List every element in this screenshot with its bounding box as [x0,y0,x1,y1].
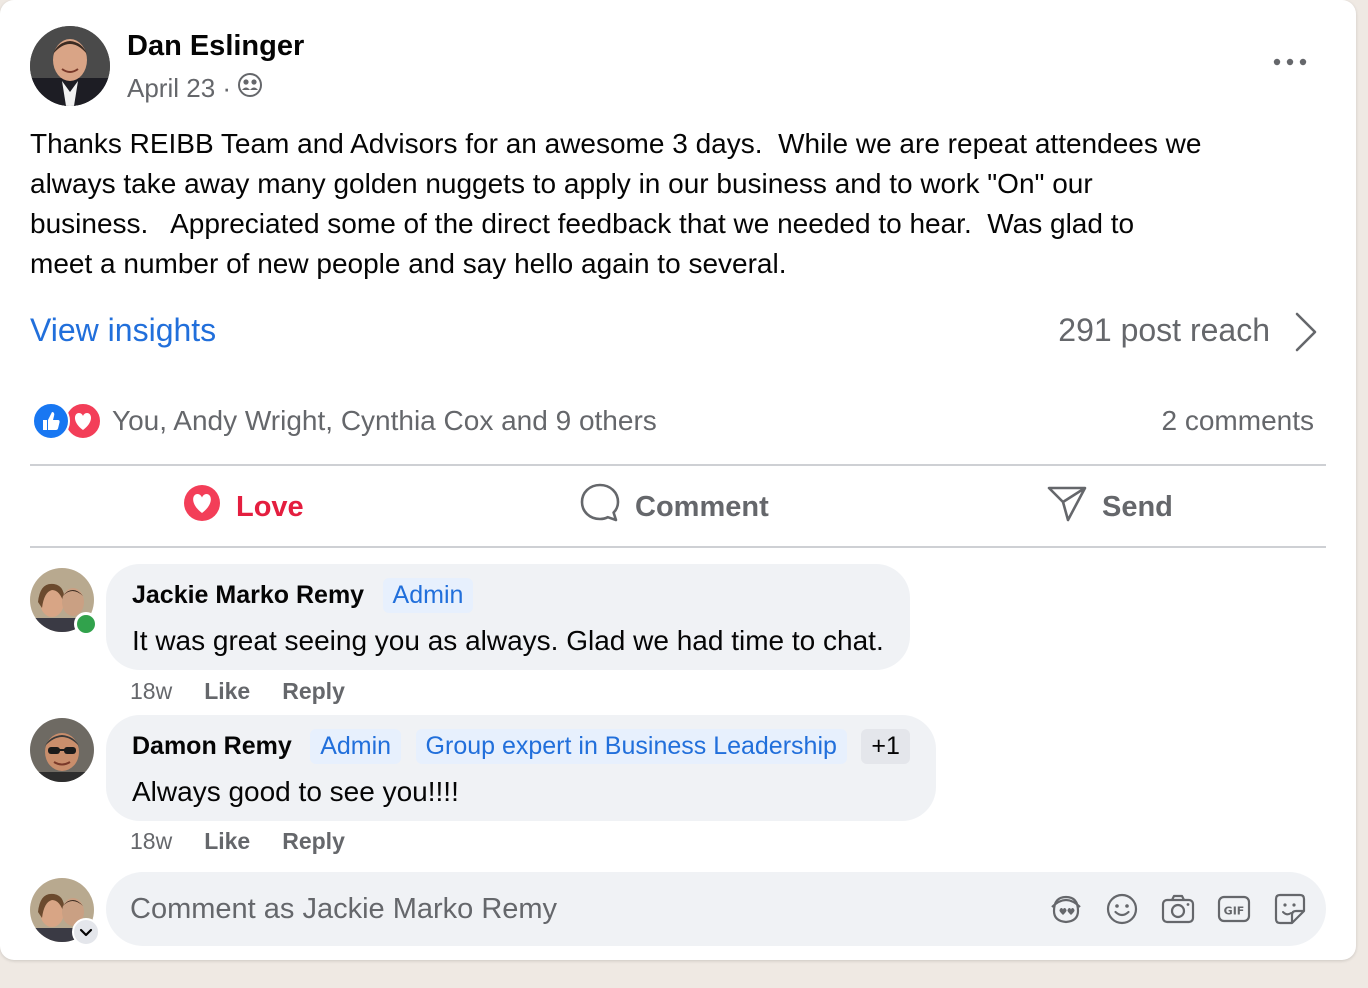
sticker-icon[interactable] [1272,891,1308,927]
comment-reply-button[interactable]: Reply [282,678,345,705]
send-label: Send [1102,490,1173,523]
divider [30,546,1326,548]
commenter-name[interactable]: Damon Remy [132,732,292,761]
post-author-name[interactable]: Dan Eslinger [127,30,304,63]
divider [30,464,1326,466]
comment-button[interactable]: Comment [579,483,769,531]
chevron-down-icon[interactable] [72,918,100,946]
chevron-right-icon[interactable] [1290,310,1320,354]
comment-input-placeholder[interactable]: Comment as Jackie Marko Remy [130,893,557,926]
comment-bubble: Damon Remy Admin Group expert in Busines… [106,715,936,821]
more-options-icon[interactable] [1270,48,1310,76]
comments-count[interactable]: 2 comments [1162,405,1315,437]
admin-badge[interactable]: Admin [382,578,474,613]
love-button[interactable]: Love [182,483,304,531]
comment-input[interactable]: Comment as Jackie Marko Remy GIF [106,872,1326,946]
commenter-name[interactable]: Jackie Marko Remy [132,581,364,610]
comment-meta: 18w Like Reply [130,678,345,705]
post-reach[interactable]: 291 post reach [1058,312,1270,349]
reactions-names[interactable]: You, Andy Wright, Cynthia Cox and 9 othe… [112,405,657,437]
comment-meta: 18w Like Reply [130,828,345,855]
emoji-icon[interactable] [1104,891,1140,927]
like-reaction-icon [32,402,70,440]
comment-like-button[interactable]: Like [204,828,250,855]
camera-icon[interactable] [1160,891,1196,927]
svg-text:GIF: GIF [1224,905,1245,918]
group-icon [237,72,263,105]
avatar-sticker-icon[interactable] [1048,891,1084,927]
comment-text: Always good to see you!!!! [132,776,459,807]
post-date[interactable]: April 23 · [127,73,231,104]
post-card: Dan Eslinger April 23 · Thanks REIBB Tea… [0,0,1356,960]
send-icon [1046,482,1088,532]
comment-bubble: Jackie Marko Remy Admin It was great see… [106,564,910,670]
comment-reply-button[interactable]: Reply [282,828,345,855]
comment-like-button[interactable]: Like [204,678,250,705]
group-expert-badge[interactable]: Group expert in Business Leadership [415,729,847,764]
author-avatar[interactable] [30,26,110,106]
comment-text: It was great seeing you as always. Glad … [132,625,884,656]
send-button[interactable]: Send [1046,483,1173,531]
gif-icon[interactable]: GIF [1216,891,1252,927]
admin-badge[interactable]: Admin [310,729,402,764]
comment-time[interactable]: 18w [130,828,172,855]
view-insights-link[interactable]: View insights [30,312,216,349]
love-label: Love [236,490,304,523]
post-meta: April 23 · [127,72,263,105]
online-status-dot [74,612,98,636]
commenter-avatar[interactable] [30,718,94,782]
comment-icon [579,482,621,532]
reactions-summary[interactable]: You, Andy Wright, Cynthia Cox and 9 othe… [32,402,657,440]
post-body: Thanks REIBB Team and Advisors for an aw… [30,128,1202,279]
comment-time[interactable]: 18w [130,678,172,705]
more-badges-count[interactable]: +1 [861,729,910,764]
comment-label: Comment [635,490,769,523]
love-icon [182,483,222,531]
